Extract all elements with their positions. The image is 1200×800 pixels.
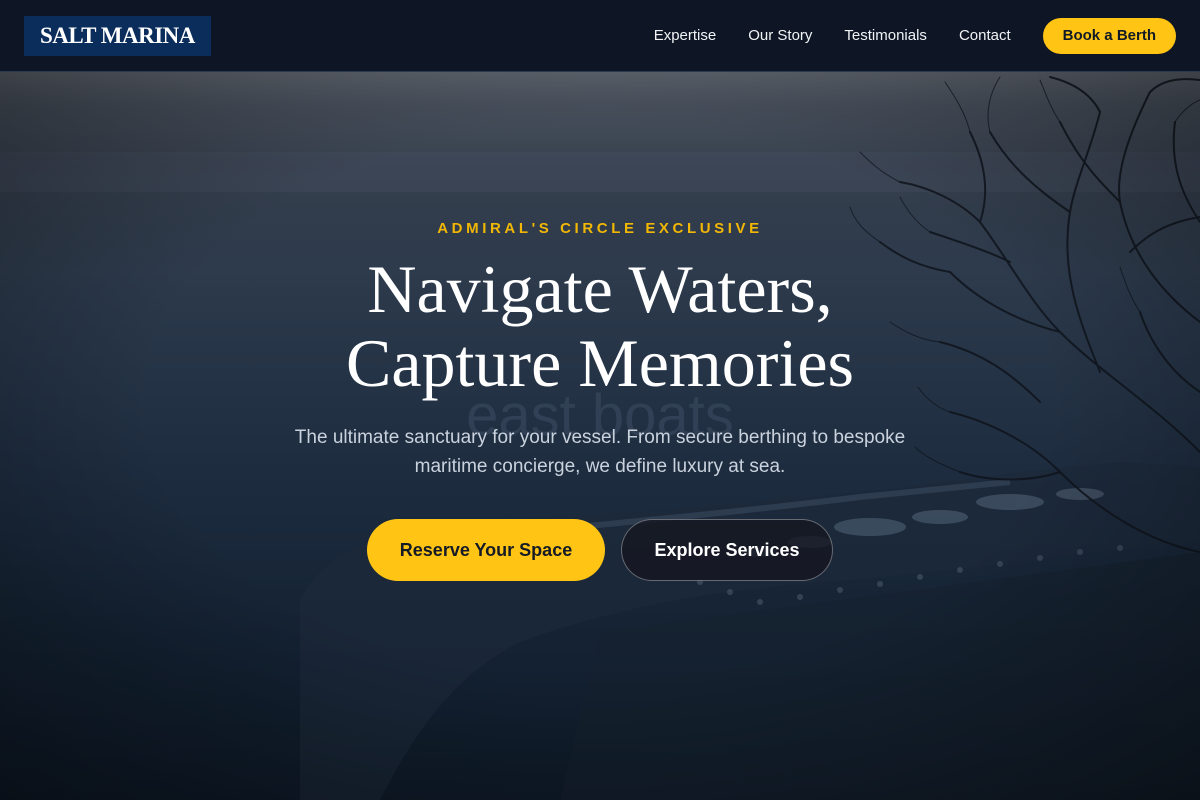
nav-link-expertise[interactable]: Expertise: [654, 27, 717, 44]
nav-link-contact[interactable]: Contact: [959, 27, 1011, 44]
hero-headline: Navigate Waters, Capture Memories: [0, 252, 1200, 400]
logo[interactable]: SALT MARINA: [24, 15, 211, 56]
landing-page: SALT MARINA Expertise Our Story Testimon…: [0, 0, 1200, 800]
nav-link-our-story[interactable]: Our Story: [748, 27, 812, 44]
book-berth-button[interactable]: Book a Berth: [1042, 17, 1176, 54]
hero-subtext: The ultimate sanctuary for your vessel. …: [294, 427, 906, 477]
nav-link-testimonials[interactable]: Testimonials: [844, 27, 927, 44]
hero-headline-line-2: Capture Memories: [346, 325, 854, 401]
explore-services-button[interactable]: Explore Services: [621, 519, 833, 581]
hero-cta-row: Reserve Your Space Explore Services: [0, 519, 1200, 581]
main-nav: Expertise Our Story Testimonials Contact…: [654, 17, 1176, 54]
hero-eyebrow: ADMIRAL'S CIRCLE EXCLUSIVE: [437, 220, 763, 237]
site-header: SALT MARINA Expertise Our Story Testimon…: [0, 0, 1200, 72]
hero-headline-line-1: Navigate Waters,: [367, 251, 833, 327]
hero-content: ADMIRAL'S CIRCLE EXCLUSIVE Navigate Wate…: [0, 72, 1200, 800]
reserve-space-button[interactable]: Reserve Your Space: [367, 519, 605, 581]
